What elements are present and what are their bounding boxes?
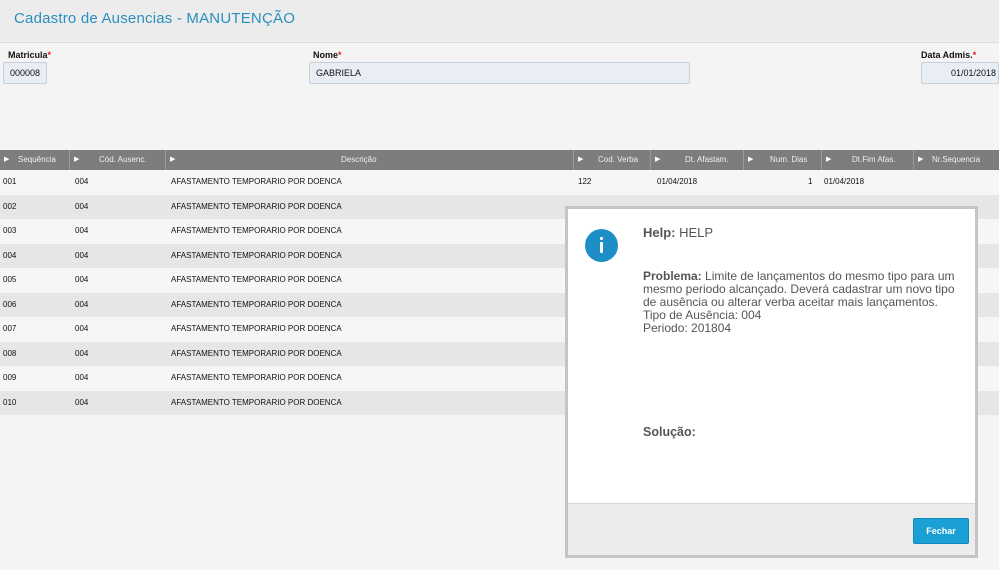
sort-arrow-icon: ▶ — [578, 156, 584, 163]
matricula-label: Matricula* — [8, 50, 52, 60]
sort-arrow-icon: ▶ — [4, 156, 10, 163]
help-dialog: Help: HELP Problema: Limite de lançament… — [565, 206, 978, 558]
help-solution-label: Solução: — [643, 425, 696, 439]
sort-arrow-icon: ▶ — [748, 156, 754, 163]
grid-header: ▶ Sequência ▶ Cód. Ausenc. ▶ Descrição ▶… — [0, 150, 999, 170]
col-dt-afastam[interactable]: ▶ Dt. Afastam. — [651, 150, 744, 170]
help-title: Help: HELP — [643, 225, 714, 240]
sort-arrow-icon: ▶ — [655, 156, 661, 163]
table-row[interactable]: 001 004 AFASTAMENTO TEMPORARIO POR DOENC… — [0, 170, 999, 195]
title-bar: Cadastro de Ausencias - MANUTENÇÃO — [0, 0, 999, 43]
col-cod-verba[interactable]: ▶ Cod. Verba — [574, 150, 651, 170]
page-title: Cadastro de Ausencias - MANUTENÇÃO — [14, 10, 296, 27]
sort-arrow-icon: ▶ — [170, 156, 176, 163]
data-admis-field[interactable] — [921, 62, 999, 84]
col-nr-sequencia[interactable]: ▶ Nr.Sequencia — [914, 150, 999, 170]
sort-arrow-icon: ▶ — [918, 156, 924, 163]
col-dt-fim-afas[interactable]: ▶ Dt.Fim Afas. — [822, 150, 914, 170]
col-descricao[interactable]: ▶ Descrição — [166, 150, 574, 170]
close-button[interactable]: Fechar — [913, 518, 969, 544]
col-num-dias[interactable]: ▶ Num. Dias — [744, 150, 822, 170]
sort-arrow-icon: ▶ — [826, 156, 832, 163]
nome-field[interactable] — [309, 62, 690, 84]
matricula-field[interactable] — [3, 62, 47, 84]
col-cod-ausenc[interactable]: ▶ Cód. Ausenc. — [70, 150, 166, 170]
nome-label: Nome* — [313, 50, 342, 60]
data-admis-label: Data Admis.* — [921, 50, 977, 60]
help-problem: Problema: Limite de lançamentos do mesmo… — [643, 269, 955, 335]
sort-arrow-icon: ▶ — [74, 156, 80, 163]
info-icon — [585, 229, 618, 262]
help-footer: Fechar — [568, 503, 975, 555]
col-sequencia[interactable]: ▶ Sequência — [0, 150, 70, 170]
